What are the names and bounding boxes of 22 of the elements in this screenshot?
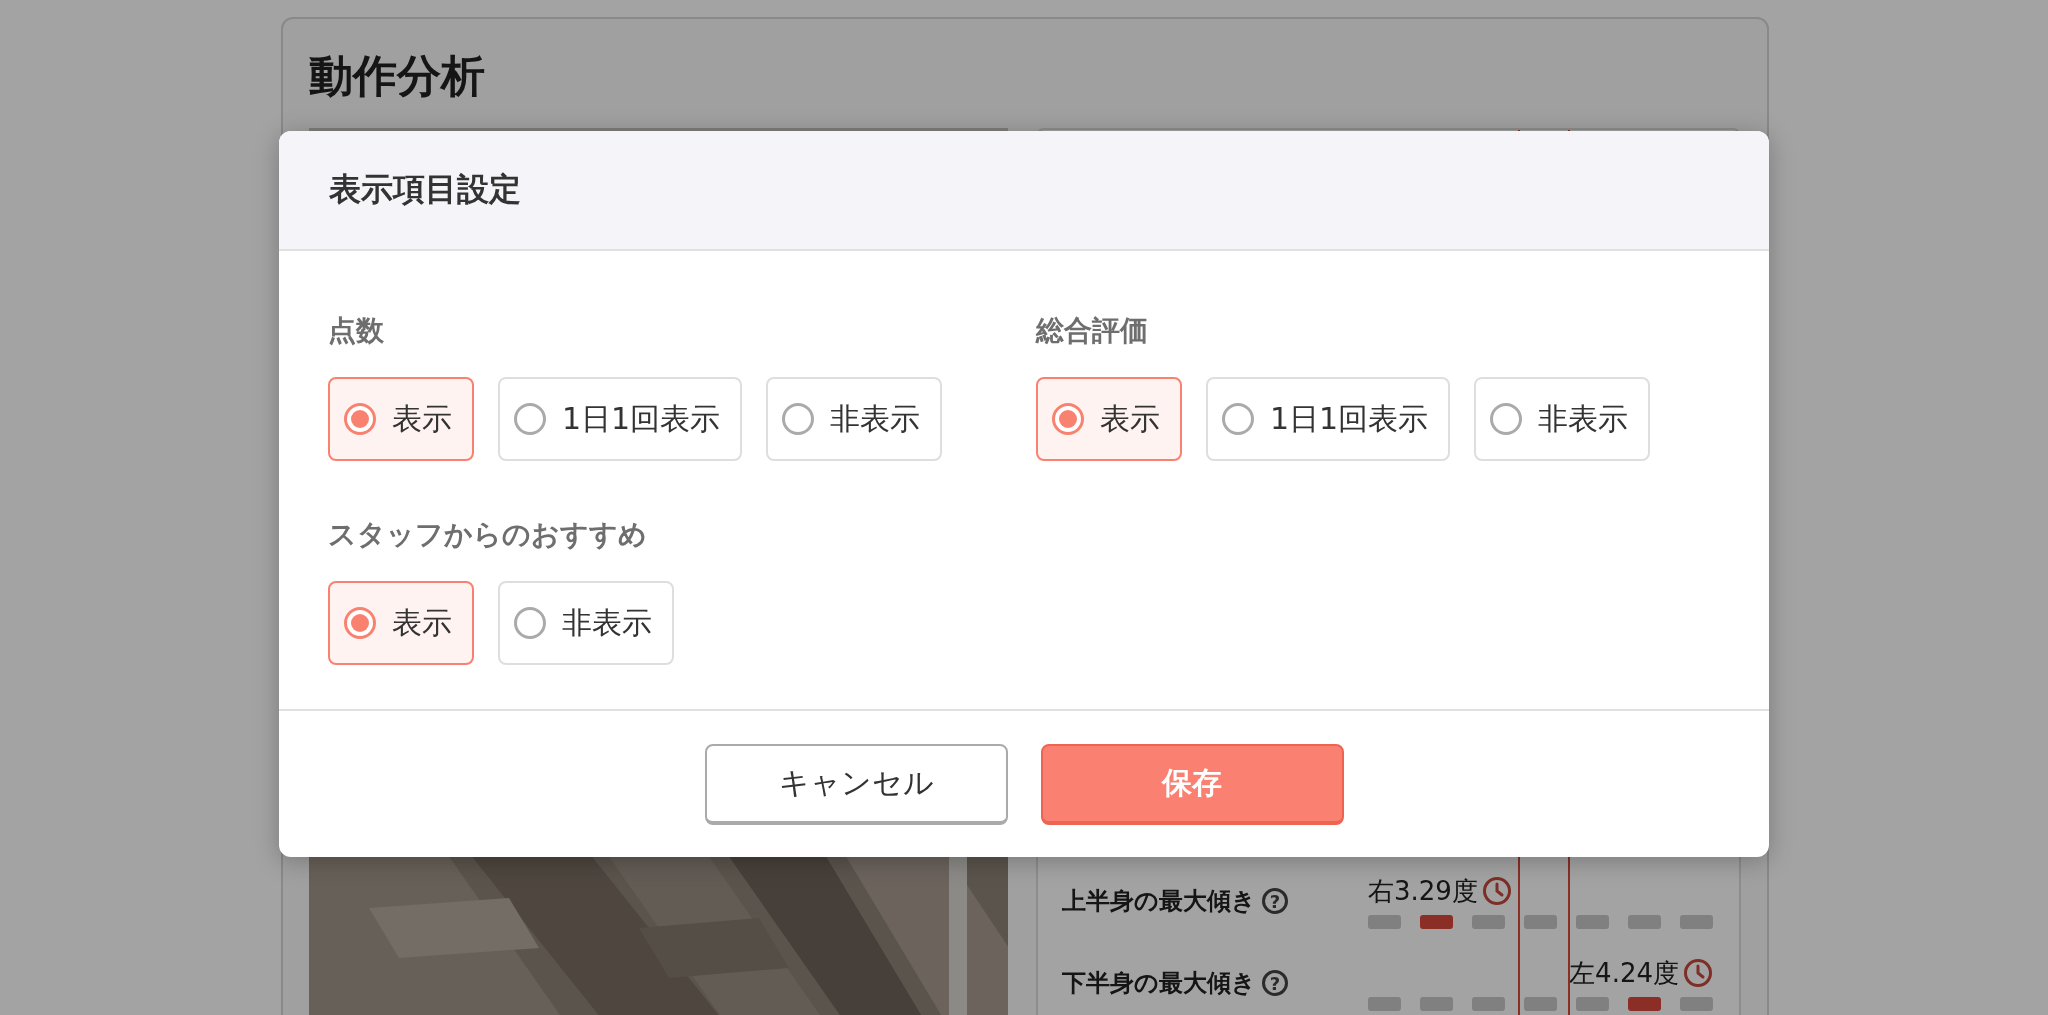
metric-value: 左4.24度 — [1569, 956, 1679, 990]
metric-value: 右3.29度 — [1368, 874, 1478, 908]
page-title: 動作分析 — [309, 49, 486, 103]
clock-icon — [1481, 876, 1512, 907]
radio-option[interactable]: 表示 — [328, 581, 474, 665]
radio-option[interactable]: 表示 — [328, 377, 474, 461]
help-icon[interactable]: ? — [1262, 970, 1288, 997]
radio-option[interactable]: 非表示 — [498, 581, 674, 665]
dialog-title: 表示項目設定 — [329, 169, 521, 210]
metric-label: 上半身の最大傾き — [1062, 886, 1256, 918]
radio-option[interactable]: 1日1回表示 — [498, 377, 743, 461]
group-label: 総合評価 — [1036, 313, 1149, 349]
radio-option[interactable]: 表示 — [1036, 377, 1182, 461]
clock-icon — [1683, 958, 1713, 989]
radio-option[interactable]: 非表示 — [766, 377, 943, 461]
group-label: スタッフからのおすすめ — [328, 517, 648, 553]
cancel-button[interactable]: キャンセル — [704, 743, 1008, 825]
radio-option[interactable]: 非表示 — [1474, 377, 1651, 461]
help-icon[interactable]: ? — [1262, 888, 1288, 915]
radio-option[interactable]: 1日1回表示 — [1206, 377, 1451, 461]
group-label: 点数 — [328, 313, 385, 349]
metric-label: 下半身の最大傾き — [1062, 968, 1256, 1000]
